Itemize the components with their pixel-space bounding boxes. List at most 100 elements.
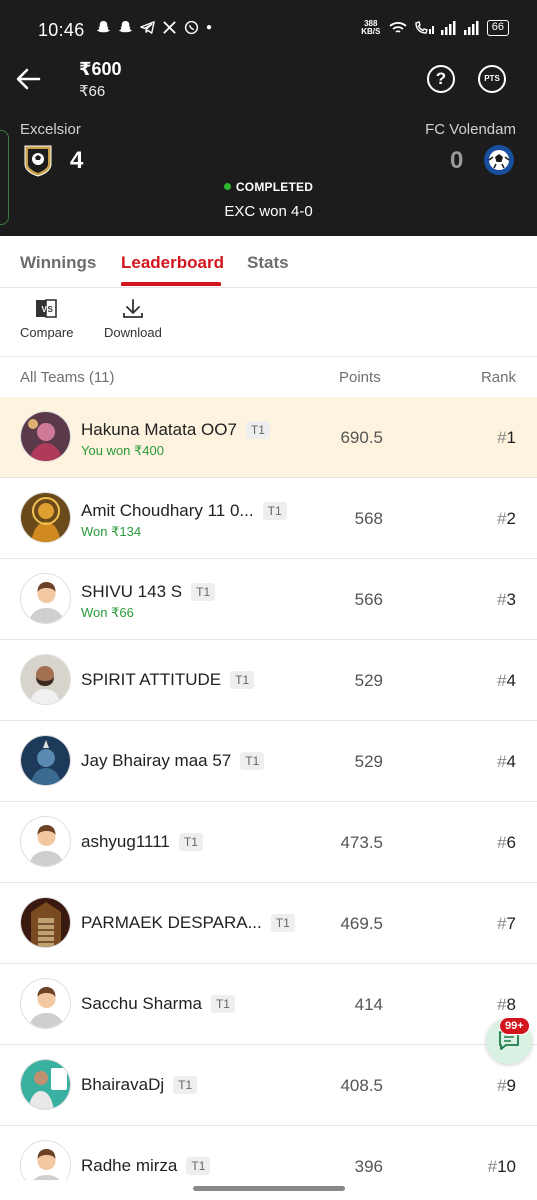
user-avatar: [20, 411, 71, 462]
tab-stats[interactable]: Stats: [247, 253, 289, 273]
photo-icon: [21, 493, 70, 542]
rank-value: 6: [506, 833, 516, 852]
team2-score: 0: [450, 147, 464, 174]
team-name-group: Hakuna Matata OO7 T1: [81, 420, 270, 440]
user-avatar: [20, 816, 71, 867]
team-tag: T1: [173, 1076, 198, 1094]
user-rank: #10: [487, 1157, 516, 1176]
whatsapp-icon: [184, 20, 199, 35]
user-points: 529: [354, 671, 383, 690]
rank-value: 2: [506, 509, 516, 528]
match-result: EXC won 4-0: [224, 203, 313, 220]
prize-won: Won ₹66: [81, 605, 134, 620]
photo-icon: [21, 1060, 70, 1109]
team-tag: T1: [270, 914, 295, 932]
tab-leaderboard[interactable]: Leaderboard: [121, 253, 224, 273]
leaderboard-row[interactable]: PARMAEK DESPARA... T1 469.5 #7: [0, 883, 537, 964]
leaderboard-row[interactable]: Sacchu Sharma T1 414 #8: [0, 964, 537, 1045]
user-points: 396: [354, 1157, 383, 1176]
user-avatar: [20, 1059, 71, 1110]
team-name-group: Amit Choudhary 11 0... T1: [81, 501, 287, 521]
rank-value: 1: [506, 428, 516, 447]
svg-text:S: S: [47, 305, 53, 314]
x-twitter-icon: [163, 21, 176, 34]
prize-won: Won ₹134: [81, 524, 142, 539]
team-name-group: PARMAEK DESPARA... T1: [81, 913, 295, 933]
user-avatar: [20, 654, 71, 705]
tab-winnings[interactable]: Winnings: [20, 253, 96, 273]
team-tag: T1: [245, 421, 270, 439]
leaderboard-row[interactable]: SHIVU 143 S T1 Won ₹66 566 #3: [0, 559, 537, 640]
points-column-header: Points: [339, 369, 381, 386]
download-button[interactable]: Download: [104, 298, 162, 340]
leaderboard-row[interactable]: Jay Bhairay maa 57 T1 529 #4: [0, 721, 537, 802]
all-teams-count: All Teams (11): [20, 369, 115, 386]
user-rank: #9: [497, 1076, 516, 1095]
compare-label: Compare: [20, 325, 74, 340]
team-tag: T1: [210, 995, 235, 1013]
user-avatar: [20, 978, 71, 1029]
user-rank: #2: [497, 509, 516, 528]
back-arrow-icon[interactable]: [14, 64, 44, 94]
home-gesture-bar[interactable]: [193, 1186, 345, 1191]
system-icons: 388 KB/S 66: [360, 20, 509, 36]
team-name-group: SPIRIT ATTITUDE T1: [81, 670, 255, 690]
team-name-group: BhairavaDj T1: [81, 1075, 198, 1095]
match-header: ₹600 ₹66 ? PTS Excelsior FC Volendam 4 0…: [0, 52, 537, 236]
leaderboard-row[interactable]: Amit Choudhary 11 0... T1 Won ₹134 568 #…: [0, 478, 537, 559]
user-points: 690.5: [340, 428, 383, 447]
notification-icons: ●: [96, 20, 212, 35]
battery-indicator: 66: [486, 20, 509, 36]
user-name: Hakuna Matata OO7: [81, 420, 237, 439]
user-name: PARMAEK DESPARA...: [81, 913, 262, 932]
team-tag: T1: [186, 1157, 211, 1175]
fc-volendam-logo-icon: [484, 145, 514, 175]
snapchat-icon: [118, 20, 133, 33]
user-avatar: [20, 573, 71, 624]
user-rank: #7: [497, 914, 516, 933]
contest-prize: ₹66: [79, 83, 106, 100]
pts-icon: PTS: [484, 74, 500, 83]
help-button[interactable]: ?: [427, 65, 455, 93]
user-rank: #4: [497, 671, 516, 690]
points-system-button[interactable]: PTS: [478, 65, 506, 93]
call-icon: [415, 21, 434, 34]
rank-value: 9: [506, 1076, 516, 1095]
user-points: 414: [354, 995, 383, 1014]
prize-won: You won ₹400: [81, 443, 164, 458]
team2-name: FC Volendam: [425, 121, 516, 138]
network-speed: 388 KB/S: [361, 19, 381, 36]
leaderboard-row[interactable]: BhairavaDj T1 408.5 #9: [0, 1045, 537, 1126]
wifi-icon: [389, 22, 407, 33]
rank-value: 3: [506, 590, 516, 609]
user-name: Amit Choudhary 11 0...: [81, 501, 254, 520]
status-dot-icon: [223, 183, 231, 190]
user-name: BhairavaDj: [81, 1075, 165, 1094]
rank-value: 4: [506, 671, 516, 690]
photo-icon: [21, 655, 70, 704]
team-tag: T1: [230, 671, 255, 689]
signal-icon: [440, 21, 456, 35]
team-name-group: Sacchu Sharma T1: [81, 994, 235, 1014]
user-name: SHIVU 143 S: [81, 582, 183, 601]
leaderboard-list: Hakuna Matata OO7 T1 You won ₹400 690.5 …: [0, 397, 537, 1200]
team-name-group: Jay Bhairay maa 57 T1: [81, 751, 265, 771]
rank-value: 8: [506, 995, 516, 1014]
team-tag: T1: [191, 583, 216, 601]
team-name-group: ashyug1111 T1: [81, 832, 203, 852]
download-label: Download: [104, 325, 162, 340]
leaderboard-row[interactable]: ashyug1111 T1 473.5 #6: [0, 802, 537, 883]
rank-value: 7: [506, 914, 516, 933]
user-name: ashyug1111: [81, 832, 170, 851]
status-time: 10:46: [38, 20, 85, 40]
user-rank: #8: [497, 995, 516, 1014]
chat-unread-badge: 99+: [499, 1017, 530, 1035]
leaderboard-row[interactable]: SPIRIT ATTITUDE T1 529 #4: [0, 640, 537, 721]
user-points: 473.5: [340, 833, 383, 852]
leaderboard-header: All Teams (11) Points Rank: [0, 357, 537, 397]
leaderboard-row[interactable]: Hakuna Matata OO7 T1 You won ₹400 690.5 …: [0, 397, 537, 478]
compare-button[interactable]: V S Compare: [20, 298, 73, 340]
contest-entry-fee: ₹600: [79, 59, 122, 79]
download-icon: [123, 299, 143, 318]
team1-name: Excelsior: [20, 121, 81, 138]
